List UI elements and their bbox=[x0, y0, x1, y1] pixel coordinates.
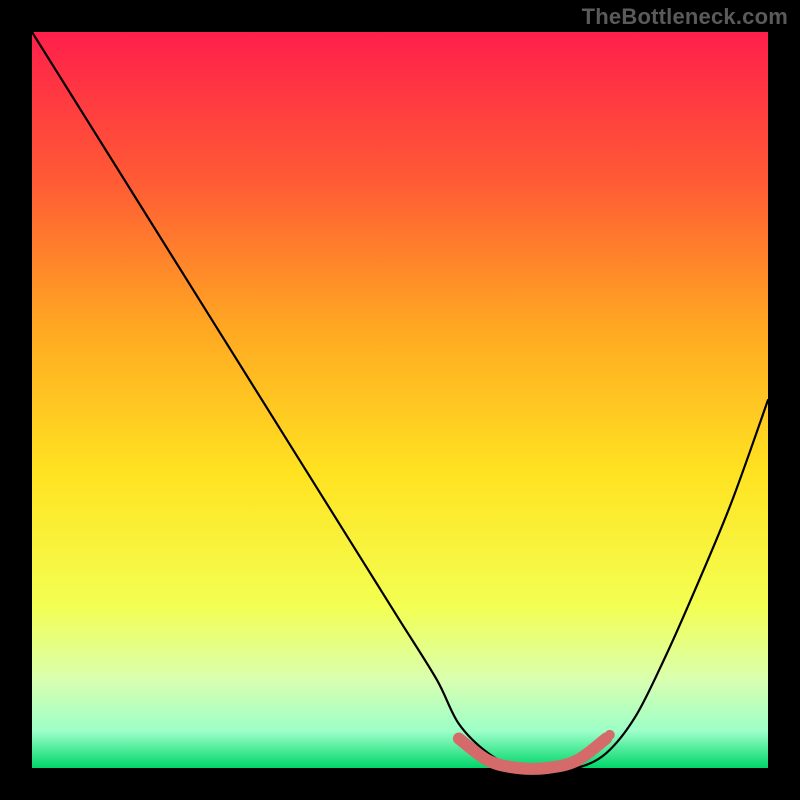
optimal-marker bbox=[605, 730, 615, 740]
watermark-text: TheBottleneck.com bbox=[582, 4, 788, 30]
plot-background bbox=[32, 32, 768, 768]
bottleneck-chart bbox=[0, 0, 800, 800]
chart-stage: TheBottleneck.com bbox=[0, 0, 800, 800]
